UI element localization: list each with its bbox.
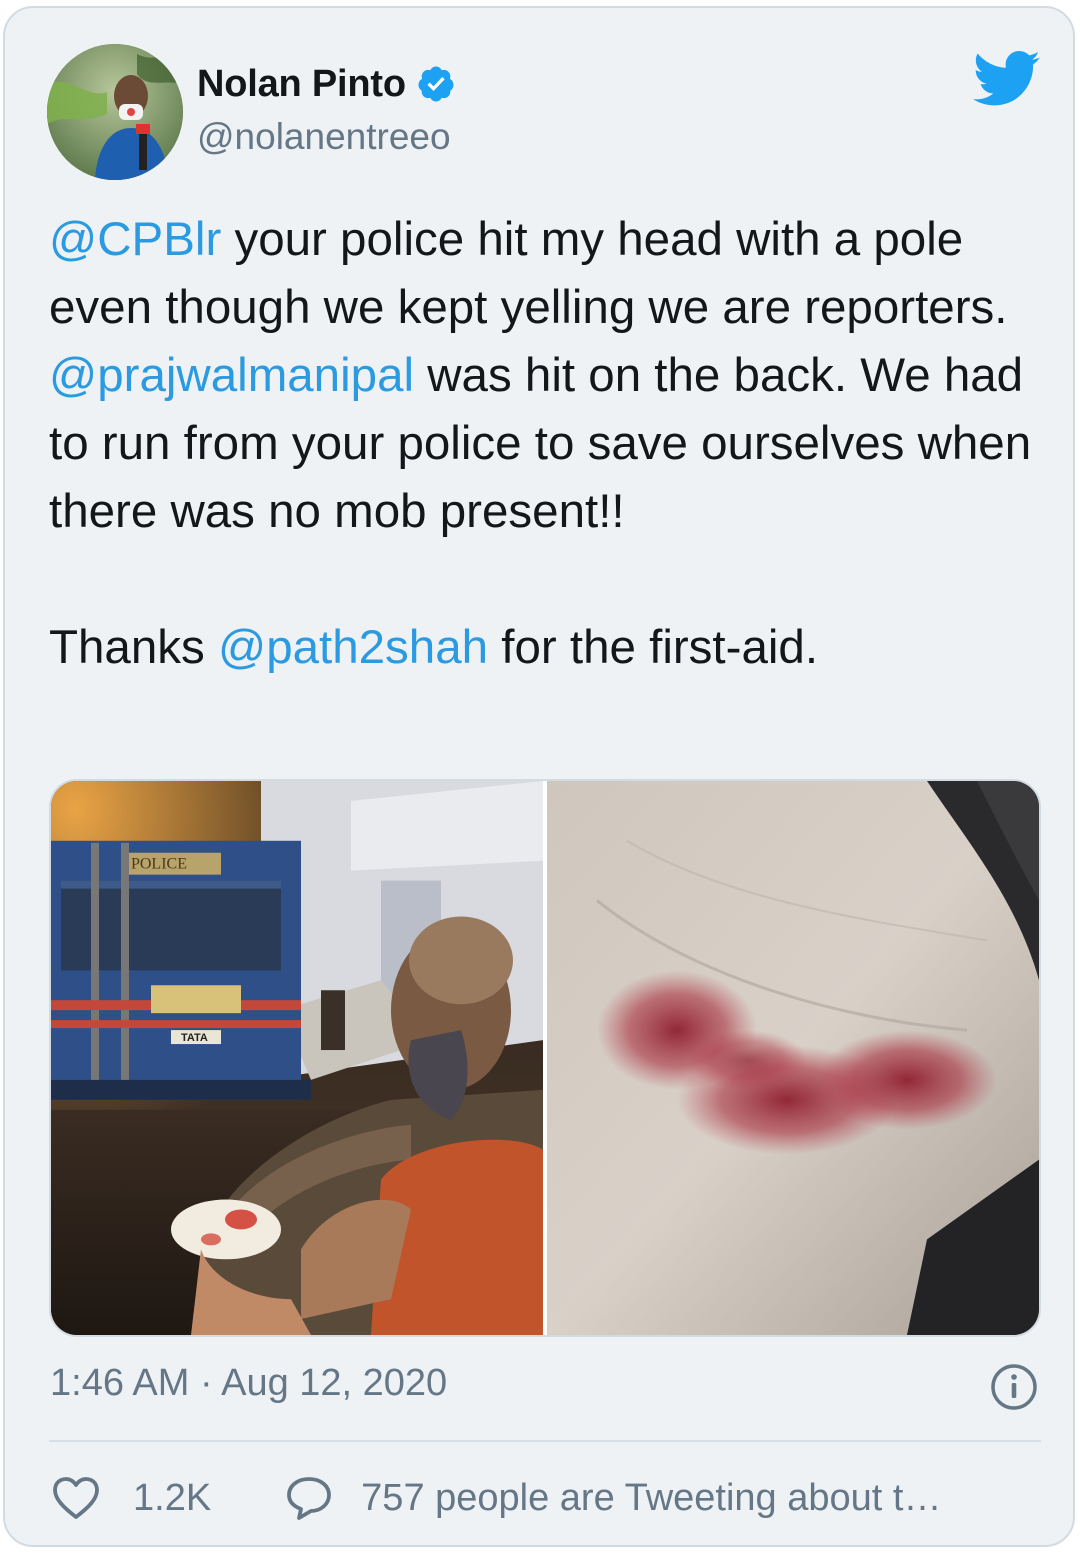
heart-icon[interactable] — [51, 1475, 101, 1521]
author-avatar[interactable] — [47, 44, 183, 180]
media-grid: POLICE TATA — [49, 779, 1041, 1337]
twitter-bird-icon[interactable] — [973, 50, 1041, 108]
author-handle[interactable]: @nolanentreeo — [197, 116, 451, 158]
tweet-timestamp[interactable]: 1:46 AM · Aug 12, 2020 — [50, 1362, 447, 1405]
tweet-text: @CPBlr your police hit my head with a po… — [49, 206, 1049, 682]
photo-injured-reporter-by-police-van[interactable]: POLICE TATA — [51, 781, 543, 1335]
mention-link[interactable]: @CPBlr — [49, 213, 221, 266]
mention-link[interactable]: @path2shah — [218, 621, 488, 674]
tweet-actions: 1.2K 757 people are Tweeting about t… — [51, 1470, 941, 1526]
photo-bruised-back[interactable] — [547, 781, 1039, 1335]
tweet-text-segment: for the first-aid. — [488, 621, 819, 674]
speech-bubble-icon[interactable] — [285, 1475, 333, 1521]
like-count[interactable]: 1.2K — [133, 1477, 211, 1520]
plate-label: TATA — [181, 1032, 208, 1044]
bus-label: POLICE — [131, 856, 187, 873]
mention-link[interactable]: @prajwalmanipal — [49, 349, 414, 402]
author-name-row: Nolan Pinto — [197, 62, 456, 106]
discussion-link[interactable]: 757 people are Tweeting about t… — [361, 1477, 941, 1520]
author-name[interactable]: Nolan Pinto — [197, 63, 406, 106]
verified-badge-icon — [418, 66, 454, 102]
divider — [49, 1440, 1041, 1442]
tweet-card[interactable]: Nolan Pinto @nolanentreeo @CPBlr your po… — [3, 6, 1075, 1547]
info-icon[interactable] — [989, 1362, 1039, 1412]
